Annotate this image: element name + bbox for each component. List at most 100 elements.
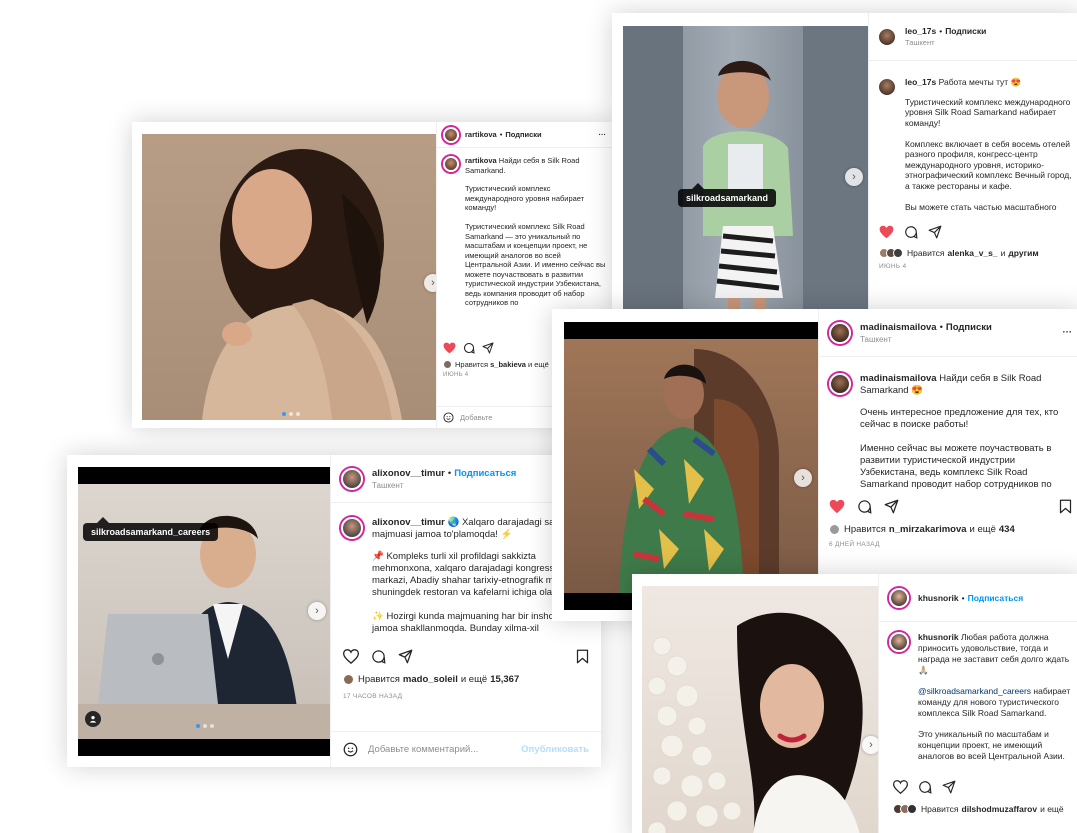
comment-icon[interactable] <box>918 780 932 794</box>
like-heart-icon[interactable] <box>343 649 359 664</box>
share-icon[interactable] <box>942 780 956 794</box>
likes-more[interactable]: другим <box>1008 248 1038 258</box>
post-photo[interactable]: silkroadsamarkand › <box>623 26 868 318</box>
post-sidebar: khusnorik • Подписаться khusnorik Любая ра… <box>878 574 1077 833</box>
location[interactable]: Ташкент <box>860 335 992 344</box>
post-photo[interactable]: › <box>642 586 878 833</box>
follow-status[interactable]: Подписки <box>945 26 986 36</box>
photo-content <box>564 339 818 593</box>
follow-button[interactable]: Подписаться <box>454 468 516 479</box>
post-card-rartikova: › rartikova • Подписки ··· rartikova Найди… <box>132 122 612 428</box>
caption: khusnorik Любая работа должна приносить … <box>879 622 1077 772</box>
likes-count[interactable]: 434 <box>999 524 1015 535</box>
comment-input[interactable]: Добавьте <box>460 413 492 422</box>
post-header: rartikova • Подписки ··· <box>437 122 612 148</box>
likes-line: Нравится dilshodmuzaffarov и ещё <box>879 798 1077 816</box>
next-slide-arrow[interactable]: › <box>424 274 436 292</box>
emoji-icon[interactable] <box>343 742 358 757</box>
likes-prefix: Нравится <box>455 360 489 369</box>
avatar[interactable] <box>877 77 897 97</box>
action-bar <box>869 219 1077 245</box>
likes-prefix: Нравится <box>907 248 945 258</box>
likes-user[interactable]: n_mirzakarimova <box>889 524 967 535</box>
likes-user[interactable]: alenka_v_s_ <box>948 248 998 258</box>
caption-body: Туристический комплекс международного ур… <box>905 96 1072 212</box>
comment-icon[interactable] <box>371 649 386 664</box>
avatar[interactable] <box>829 321 851 344</box>
user-tag[interactable]: silkroadsamarkand_careers <box>83 517 219 541</box>
likes-suffix: и <box>1000 248 1006 258</box>
share-icon[interactable] <box>884 499 899 514</box>
publish-button[interactable]: Опубликовать <box>521 744 589 755</box>
likes-suffix: и ещё <box>460 674 488 685</box>
username[interactable]: leo_17s <box>905 26 936 36</box>
next-slide-arrow[interactable]: › <box>845 168 863 186</box>
carousel-dots <box>282 412 300 416</box>
share-icon[interactable] <box>928 225 942 239</box>
post-photo[interactable]: silkroadsamarkand_careers › <box>78 467 330 756</box>
likes-user[interactable]: mado_soleil <box>403 674 458 685</box>
caption-username[interactable]: alixonov__timur <box>372 517 445 528</box>
username[interactable]: madinaismailova <box>860 322 937 333</box>
likes-count[interactable]: 15,367 <box>490 674 519 685</box>
user-tags-icon[interactable] <box>85 711 101 727</box>
post-header: madinaismailova • Подписки Ташкент ··· <box>819 309 1077 357</box>
avatar[interactable] <box>829 373 851 395</box>
more-options-icon[interactable]: ··· <box>599 130 607 139</box>
follow-button[interactable]: Подписаться <box>968 593 1024 603</box>
likes-user[interactable]: s_bakieva <box>490 360 526 369</box>
avatar[interactable] <box>341 517 363 539</box>
location[interactable]: Ташкент <box>905 38 986 47</box>
likes-suffix: и ещё <box>1040 804 1064 814</box>
emoji-icon[interactable] <box>443 412 454 423</box>
share-icon[interactable] <box>482 342 494 354</box>
caption-username[interactable]: madinaismailova <box>860 373 937 384</box>
action-bar <box>879 772 1077 798</box>
avatar[interactable] <box>341 467 363 490</box>
caption-username[interactable]: khusnorik <box>918 632 959 642</box>
likes-user[interactable]: dilshodmuzaffarov <box>962 804 1038 814</box>
post-card-khusnorik: › khusnorik • Подписаться khusnorik Любая … <box>632 574 1077 833</box>
like-heart-icon[interactable] <box>829 499 845 514</box>
comment-icon[interactable] <box>463 342 475 354</box>
caption-username[interactable]: rartikova <box>465 156 497 165</box>
avatar[interactable] <box>877 26 897 47</box>
comment-input[interactable]: Добавьте комментарий... <box>368 744 478 755</box>
save-bookmark-icon[interactable] <box>1059 499 1072 514</box>
avatar[interactable] <box>889 632 909 652</box>
comment-icon[interactable] <box>904 225 918 239</box>
post-card-leo_17s: silkroadsamarkand › leo_17s • Подписки Таш… <box>612 13 1077 318</box>
mention-link[interactable]: @silkroadsamarkand_careers <box>918 686 1031 696</box>
like-heart-icon[interactable] <box>879 225 894 239</box>
likes-prefix: Нравится <box>358 674 400 685</box>
photo-woman-ikat-dress <box>619 349 779 593</box>
avatar[interactable] <box>443 156 459 172</box>
next-slide-arrow[interactable]: › <box>862 736 878 754</box>
liker-avatar <box>893 248 903 258</box>
post-photo[interactable]: › <box>564 322 818 610</box>
username[interactable]: alixonov__timur <box>372 468 445 479</box>
more-options-icon[interactable]: ··· <box>1063 327 1073 338</box>
save-bookmark-icon[interactable] <box>576 649 589 664</box>
username[interactable]: rartikova <box>465 130 497 139</box>
action-bar <box>819 491 1077 518</box>
next-slide-arrow[interactable]: › <box>794 469 812 487</box>
comment-icon[interactable] <box>857 499 872 514</box>
caption-username[interactable]: leo_17s <box>905 77 936 87</box>
likes-suffix: и ещё <box>527 360 549 369</box>
avatar[interactable] <box>443 126 459 143</box>
follow-status[interactable]: Подписки <box>505 130 541 139</box>
user-tag[interactable]: silkroadsamarkand <box>678 183 777 207</box>
share-icon[interactable] <box>398 649 413 664</box>
post-photo[interactable]: › <box>142 134 436 420</box>
follow-status[interactable]: Подписки <box>946 322 992 333</box>
avatar[interactable] <box>889 587 909 608</box>
caption: leo_17s Работа мечты тут 😍 Туристический… <box>869 61 1077 219</box>
like-heart-icon[interactable] <box>443 342 456 354</box>
likes-suffix: и ещё <box>969 524 996 535</box>
username[interactable]: khusnorik <box>918 593 959 603</box>
location[interactable]: Ташкент <box>372 481 516 490</box>
next-slide-arrow[interactable]: › <box>308 602 326 620</box>
like-heart-icon[interactable] <box>893 780 908 794</box>
liker-avatar <box>907 804 917 814</box>
